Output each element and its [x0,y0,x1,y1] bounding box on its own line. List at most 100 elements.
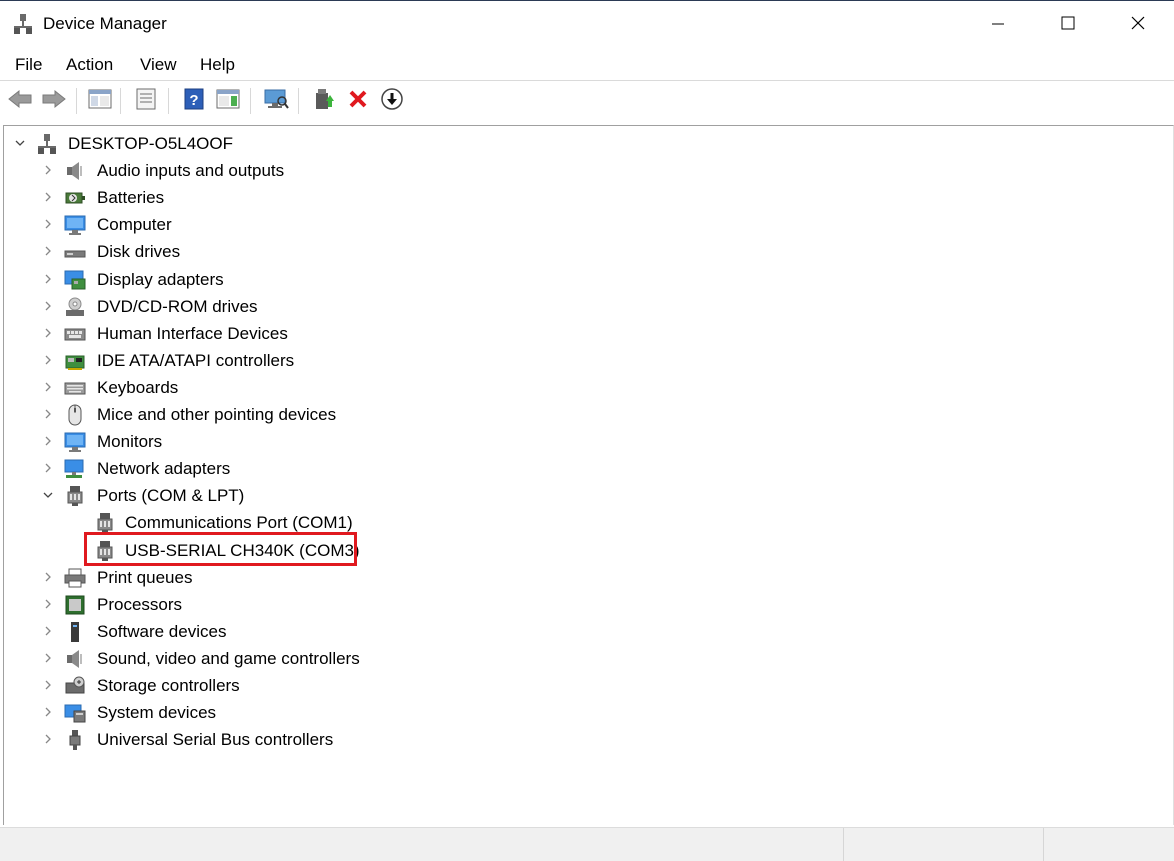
tree-category-universal-serial-bus-controllers[interactable]: Universal Serial Bus controllers [4,726,1164,753]
tree-category-disk-drives[interactable]: Disk drives [4,238,1164,265]
toolbar-separator [250,88,251,114]
chevron-down-icon[interactable] [42,488,54,502]
tree-item-label: IDE ATA/ATAPI controllers [97,350,295,370]
chevron-right-icon[interactable] [42,353,54,367]
menu-file[interactable]: File [15,55,42,75]
tree-category-system-devices[interactable]: System devices [4,699,1164,726]
storage-controller-icon [64,675,86,697]
chevron-down-icon[interactable] [14,136,26,150]
tree-item-label: System devices [97,703,217,723]
chevron-right-icon[interactable] [42,163,54,177]
hid-icon [64,323,86,345]
chevron-right-icon[interactable] [42,434,54,448]
speaker-icon [64,160,86,182]
mouse-icon [64,404,86,426]
tree-category-ports-com-lpt[interactable]: Ports (COM & LPT) [4,482,1164,509]
chevron-right-icon[interactable] [42,651,54,665]
monitor-icon [64,431,86,453]
tree-category-keyboards[interactable]: Keyboards [4,374,1164,401]
close-icon [1130,15,1146,36]
chevron-right-icon[interactable] [42,570,54,584]
tree-category-dvd-cd-rom-drives[interactable]: DVD/CD-ROM drives [4,293,1164,320]
tree-category-network-adapters[interactable]: Network adapters [4,455,1164,482]
maximize-button[interactable] [1033,1,1103,49]
disable-device-button[interactable] [378,87,406,116]
console-tree-button[interactable] [86,88,114,114]
minimize-icon [990,15,1006,36]
menu-help[interactable]: Help [200,55,235,75]
tree-item-label: Mice and other pointing devices [97,405,337,424]
properties-icon [134,88,158,115]
maximize-icon [1060,15,1076,36]
tree-category-audio-inputs-and-outputs[interactable]: Audio inputs and outputs [4,157,1164,184]
chevron-right-icon[interactable] [42,624,54,638]
tree-root[interactable]: DESKTOP-O5L4OOF [4,130,1164,157]
tree-category-computer[interactable]: Computer [4,211,1164,238]
printer-icon [64,567,86,589]
tree-item-label: Computer [97,215,172,235]
chevron-right-icon[interactable] [42,407,54,421]
action-pane-icon [216,88,240,115]
chevron-right-icon[interactable] [42,732,54,746]
network-adapter-icon [64,458,86,480]
tree-item-label: Keyboards [97,377,179,397]
tree-item-label: Sound, video and game controllers [97,648,360,668]
menu-view[interactable]: View [140,55,177,75]
speaker-icon [64,648,86,670]
highlight-box [84,532,357,566]
tree-category-processors[interactable]: Processors [4,591,1164,618]
chevron-right-icon[interactable] [42,678,54,692]
chevron-right-icon[interactable] [42,190,54,204]
tree-item-label: Universal Serial Bus controllers [97,730,334,750]
action-pane-button[interactable] [214,88,242,114]
toolbar-separator [168,88,169,114]
software-device-icon [64,621,86,643]
close-button[interactable] [1103,1,1173,49]
tree-item-label: Network adapters [97,459,231,479]
chevron-right-icon[interactable] [42,705,54,719]
tree-item-label: Monitors [97,432,163,452]
chevron-right-icon[interactable] [42,326,54,340]
chevron-right-icon[interactable] [42,380,54,394]
properties-button[interactable] [132,88,160,114]
back-button[interactable] [6,88,34,114]
tree-item-label: DESKTOP-O5L4OOF [68,134,234,153]
scan-hardware-changes-icon [263,88,289,115]
chevron-right-icon[interactable] [42,244,54,258]
help-button[interactable]: ? [180,88,208,114]
menu-bar: File Action View Help [0,48,1174,81]
update-driver-button[interactable] [310,88,338,114]
tree-item-label: Batteries [97,188,165,208]
chevron-right-icon[interactable] [42,461,54,475]
tree-category-ide-ata-atapi-controllers[interactable]: IDE ATA/ATAPI controllers [4,347,1164,374]
chevron-right-icon[interactable] [42,217,54,231]
menu-action[interactable]: Action [66,55,113,75]
toolbar-separator [76,88,77,114]
tree-category-sound-video-and-game-controllers[interactable]: Sound, video and game controllers [4,645,1164,672]
chevron-right-icon[interactable] [42,299,54,313]
monitor-icon [64,214,86,236]
battery-icon [64,187,86,209]
tree-category-human-interface-devices[interactable]: Human Interface Devices [4,320,1164,347]
chevron-right-icon[interactable] [42,597,54,611]
disable-device-icon [380,87,404,116]
status-cell [1043,828,1174,861]
tree-category-monitors[interactable]: Monitors [4,428,1164,455]
tree-item-label: Print queues [97,567,193,587]
uninstall-device-button[interactable] [344,88,372,114]
minimize-button[interactable] [963,1,1033,49]
scan-hardware-button[interactable] [262,88,290,114]
chevron-right-icon[interactable] [42,272,54,286]
tree-item-label: Communications Port (COM1) [125,513,353,533]
title-bar: Device Manager [0,0,1174,48]
tree-category-software-devices[interactable]: Software devices [4,618,1164,645]
tree-category-display-adapters[interactable]: Display adapters [4,266,1164,293]
keyboard-icon [64,377,86,399]
tree-category-mice-and-other-pointing-devices[interactable]: Mice and other pointing devices [4,401,1164,428]
tree-item-label: Audio inputs and outputs [97,161,285,181]
tree-category-print-queues[interactable]: Print queues [4,564,1164,591]
tree-category-storage-controllers[interactable]: Storage controllers [4,672,1164,699]
forward-button[interactable] [40,88,68,114]
tree-category-batteries[interactable]: Batteries [4,184,1164,211]
window-title: Device Manager [43,14,167,33]
